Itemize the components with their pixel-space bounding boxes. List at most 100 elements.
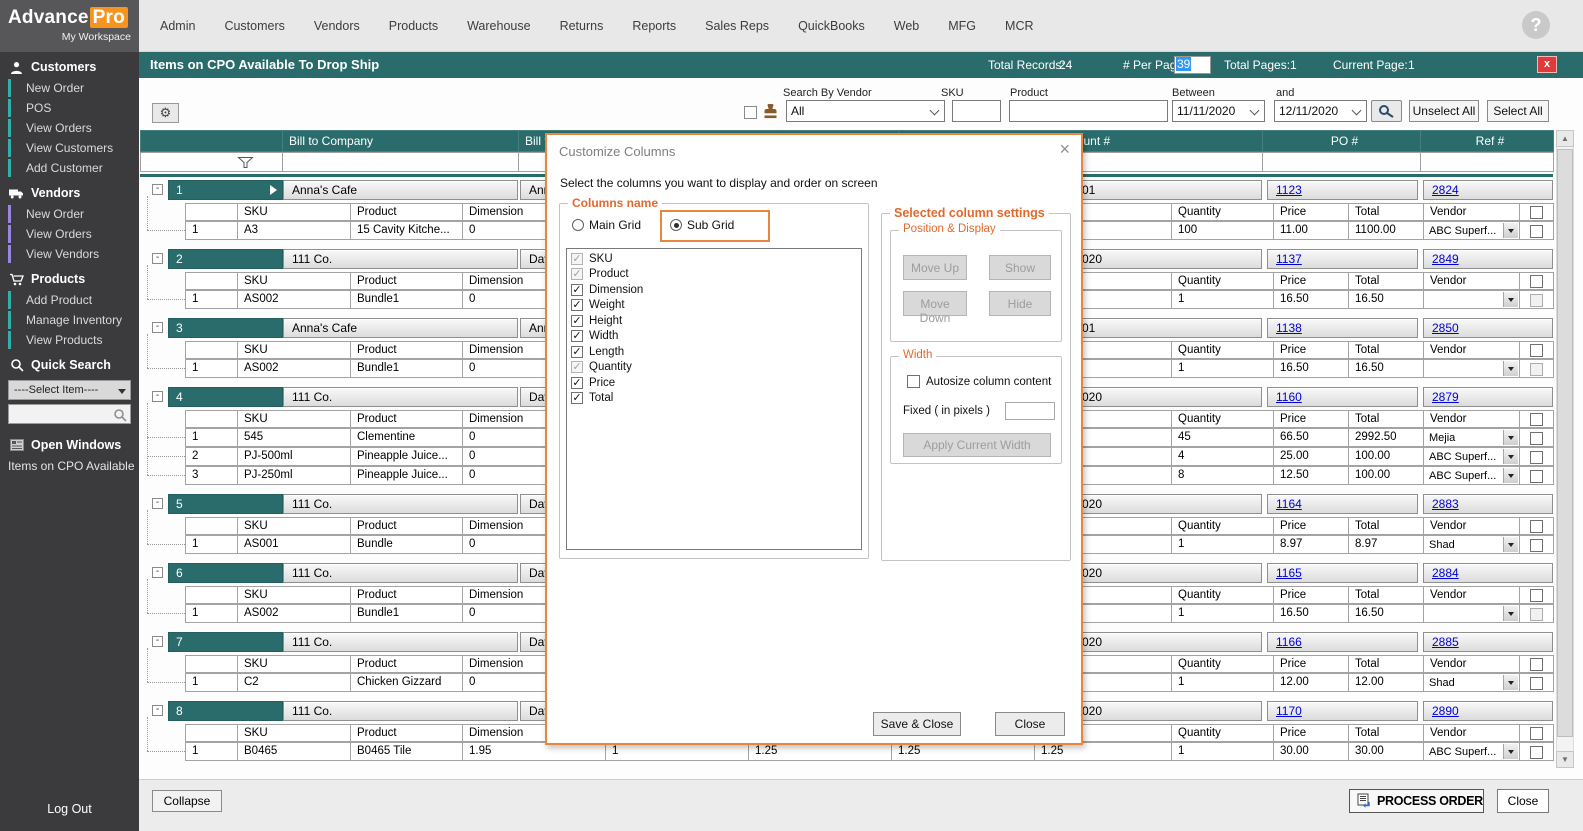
ref-link[interactable]: 2890 xyxy=(1432,704,1459,718)
collapse-icon[interactable]: - xyxy=(152,391,163,402)
po-link[interactable]: 1137 xyxy=(1276,252,1302,266)
group-row-number[interactable]: 2 xyxy=(168,249,283,269)
po-link[interactable]: 1170 xyxy=(1276,704,1302,718)
group-bill-to-company[interactable]: 111 Co. xyxy=(283,701,518,721)
filter-cell-po-header[interactable] xyxy=(1262,152,1421,172)
nav-item-admin[interactable]: Admin xyxy=(160,19,195,33)
nav-item-mfg[interactable]: MFG xyxy=(948,19,976,33)
save-and-close-button[interactable]: Save & Close xyxy=(873,712,961,736)
po-link[interactable]: 1166 xyxy=(1276,635,1302,649)
item-vendor-select[interactable] xyxy=(1423,359,1520,378)
sidebar-item-manage-inventory[interactable]: Manage Inventory xyxy=(0,310,139,330)
group-bill-to-company[interactable]: 111 Co. xyxy=(283,387,518,407)
ref-link[interactable]: 2849 xyxy=(1432,252,1459,266)
gear-icon[interactable]: ⚙ xyxy=(152,103,179,123)
collapse-icon[interactable]: - xyxy=(152,705,163,716)
sidebar-item-new-order[interactable]: New Order xyxy=(0,204,139,224)
item-vendor-select[interactable] xyxy=(1423,290,1520,309)
group-bill-to-company[interactable]: 111 Co. xyxy=(283,494,518,514)
ref-link[interactable]: 2885 xyxy=(1432,635,1459,649)
move-up-button[interactable]: Move Up xyxy=(903,255,967,280)
sidebar-item-add-product[interactable]: Add Product xyxy=(0,290,139,310)
close-window-button[interactable]: x xyxy=(1537,56,1557,73)
item-checkbox[interactable] xyxy=(1530,470,1543,483)
group-row-number[interactable]: 3 xyxy=(168,318,283,338)
group-row-number[interactable]: 6 xyxy=(168,563,283,583)
collapse-icon[interactable]: - xyxy=(152,567,163,578)
item-vendor-select[interactable] xyxy=(1423,604,1520,623)
column-option-quantity[interactable]: ✓Quantity xyxy=(567,360,861,376)
grid-po-header[interactable]: PO # xyxy=(1262,130,1421,152)
item-checkbox[interactable] xyxy=(1530,225,1543,238)
group-select-all-checkbox[interactable] xyxy=(1530,520,1543,533)
group-bill-to-company[interactable]: 111 Co. xyxy=(283,249,518,269)
collapse-icon[interactable]: - xyxy=(152,253,163,264)
po-link[interactable]: 1165 xyxy=(1276,566,1302,580)
item-checkbox[interactable] xyxy=(1530,746,1543,759)
sidebar-item-view-orders[interactable]: View Orders xyxy=(0,118,139,138)
logo[interactable]: AdvancePro My Workspace xyxy=(0,0,139,52)
quick-search-select[interactable]: ----Select Item---- xyxy=(8,380,131,400)
process-order-button[interactable]: PROCESS ORDER xyxy=(1349,789,1484,813)
item-vendor-select[interactable]: ABC Superf... xyxy=(1423,447,1520,466)
column-option-sku[interactable]: ✓SKU xyxy=(567,251,861,267)
column-option-dimension[interactable]: ✓Dimension xyxy=(567,282,861,298)
collapse-icon[interactable]: - xyxy=(152,322,163,333)
column-option-length[interactable]: ✓Length xyxy=(567,344,861,360)
grid-bill-to-company-header[interactable]: Bill to Company xyxy=(282,130,519,152)
grid-row-header[interactable] xyxy=(140,130,283,152)
group-select-all-checkbox[interactable] xyxy=(1530,344,1543,357)
nav-item-vendors[interactable]: Vendors xyxy=(314,19,360,33)
item-vendor-select[interactable]: Shad xyxy=(1423,673,1520,692)
ref-link[interactable]: 2883 xyxy=(1432,497,1459,511)
sidebar-item-view-products[interactable]: View Products xyxy=(0,330,139,350)
column-option-product[interactable]: ✓Product xyxy=(567,267,861,283)
collapse-icon[interactable]: - xyxy=(152,184,163,195)
column-option-height[interactable]: ✓Height xyxy=(567,313,861,329)
vendor-select[interactable]: All xyxy=(786,100,945,122)
group-row-number[interactable]: 8 xyxy=(168,701,283,721)
close-icon[interactable]: × xyxy=(1059,139,1070,160)
date-to-select[interactable]: 12/11/2020 xyxy=(1274,100,1367,122)
item-checkbox[interactable] xyxy=(1530,539,1543,552)
scroll-down-button[interactable]: ▼ xyxy=(1556,751,1574,768)
per-page-input[interactable]: 39 xyxy=(1174,56,1211,74)
group-bill-to-company[interactable]: 111 Co. xyxy=(283,563,518,583)
po-link[interactable]: 1164 xyxy=(1276,497,1302,511)
item-vendor-select[interactable]: ABC Superf... xyxy=(1423,221,1520,240)
nav-item-quickbooks[interactable]: QuickBooks xyxy=(798,19,865,33)
main-grid-radio[interactable]: Main Grid xyxy=(572,218,641,232)
ref-link[interactable]: 2824 xyxy=(1432,183,1459,197)
sidebar-item-pos[interactable]: POS xyxy=(0,98,139,118)
sku-input[interactable] xyxy=(952,100,1001,122)
nav-item-products[interactable]: Products xyxy=(389,19,438,33)
vendor-filter-checkbox[interactable] xyxy=(744,106,757,119)
sidebar-item-view-customers[interactable]: View Customers xyxy=(0,138,139,158)
item-checkbox[interactable] xyxy=(1530,677,1543,690)
group-bill-to-company[interactable]: Anna's Cafe xyxy=(283,180,518,200)
group-row-number[interactable]: 7 xyxy=(168,632,283,652)
dialog-close-button[interactable]: Close xyxy=(995,712,1065,736)
autosize-checkbox[interactable]: Autosize column content xyxy=(907,375,1051,388)
date-from-select[interactable]: 11/11/2020 xyxy=(1172,100,1265,122)
item-checkbox[interactable] xyxy=(1530,432,1543,445)
ref-link[interactable]: 2884 xyxy=(1432,566,1459,580)
column-option-weight[interactable]: ✓Weight xyxy=(567,298,861,314)
nav-item-sales-reps[interactable]: Sales Reps xyxy=(705,19,769,33)
sidebar-item-view-vendors[interactable]: View Vendors xyxy=(0,244,139,264)
open-window-item-items-on-cpo-available[interactable]: Items on CPO Available xyxy=(0,456,139,476)
item-vendor-select[interactable]: ABC Superf... xyxy=(1423,742,1520,761)
scroll-thumb[interactable] xyxy=(1557,149,1573,737)
ref-link[interactable]: 2850 xyxy=(1432,321,1459,335)
po-link[interactable]: 1138 xyxy=(1276,321,1302,335)
product-input[interactable] xyxy=(1009,100,1168,122)
group-row-number[interactable]: 4 xyxy=(168,387,283,407)
item-vendor-select[interactable]: ABC Superf... xyxy=(1423,466,1520,485)
close-page-button[interactable]: Close xyxy=(1497,789,1549,813)
move-down-button[interactable]: Move Down xyxy=(903,291,967,316)
group-select-all-checkbox[interactable] xyxy=(1530,589,1543,602)
nav-item-mcr[interactable]: MCR xyxy=(1005,19,1033,33)
group-select-all-checkbox[interactable] xyxy=(1530,658,1543,671)
column-option-total[interactable]: ✓Total xyxy=(567,391,861,407)
column-option-price[interactable]: ✓Price xyxy=(567,375,861,391)
